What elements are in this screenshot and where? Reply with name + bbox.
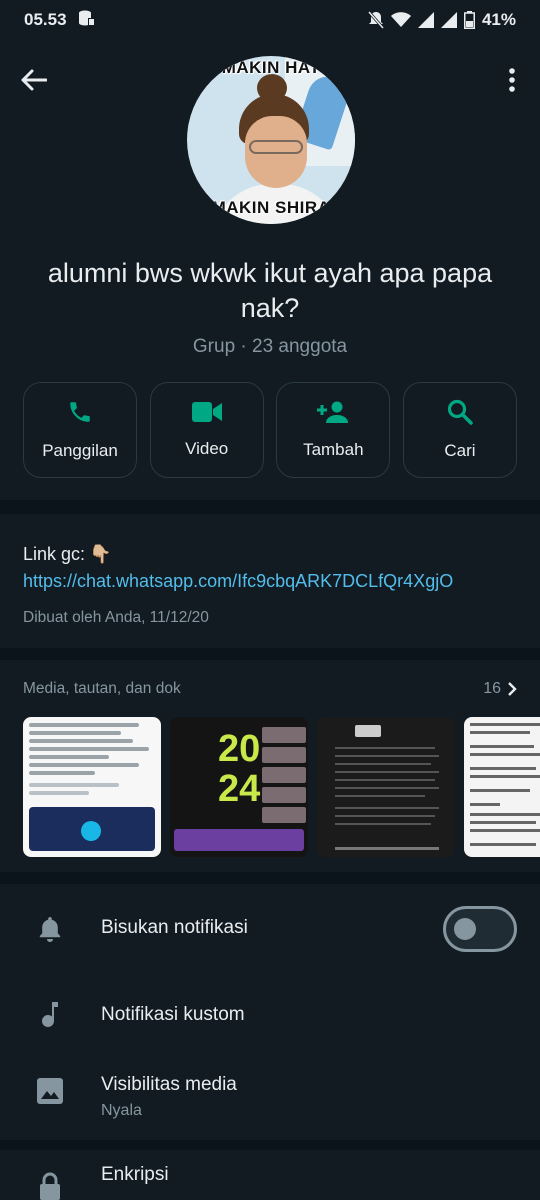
notification-settings: Bisukan notifikasi Notifikasi kustom Vis… bbox=[0, 884, 540, 1140]
more-vert-icon bbox=[509, 68, 515, 92]
video-icon bbox=[191, 402, 222, 422]
encryption-row[interactable]: Enkripsi bbox=[0, 1150, 540, 1200]
add-member-button[interactable]: Tambah bbox=[276, 382, 391, 478]
custom-notifications-label: Notifikasi kustom bbox=[101, 1004, 245, 1025]
back-button[interactable] bbox=[18, 64, 50, 96]
media-thumb[interactable] bbox=[317, 717, 455, 857]
mute-notifications-label: Bisukan notifikasi bbox=[101, 917, 248, 938]
search-button[interactable]: Cari bbox=[402, 382, 517, 478]
music-note-icon bbox=[36, 1000, 64, 1028]
status-bar: 05.53 41% bbox=[0, 0, 540, 40]
storage-icon bbox=[77, 9, 95, 32]
mute-toggle[interactable] bbox=[443, 906, 517, 952]
search-label: Cari bbox=[444, 441, 476, 460]
media-visibility-value: Nyala bbox=[101, 1102, 142, 1119]
lock-icon bbox=[36, 1172, 64, 1200]
group-header: MAKIN HAT MAKIN SHIRA alumni bws wkwk ik… bbox=[0, 40, 540, 500]
status-icons: 41% bbox=[367, 10, 516, 30]
media-count-value: 16 bbox=[483, 680, 501, 697]
media-section: Media, tautan, dan dok 16 20 24 bbox=[0, 660, 540, 872]
encryption-label: Enkripsi bbox=[101, 1164, 169, 1185]
add-member-label: Tambah bbox=[303, 440, 364, 459]
media-visibility-row[interactable]: Visibilitas media Nyala bbox=[0, 1054, 540, 1140]
play-icon bbox=[81, 821, 101, 841]
media-thumb[interactable]: 20 24 bbox=[170, 717, 308, 857]
description-line: Link gc: bbox=[23, 544, 86, 564]
more-options-button[interactable] bbox=[502, 64, 522, 96]
signal-icon bbox=[417, 12, 434, 28]
call-label: Panggilan bbox=[42, 441, 118, 460]
media-thumb[interactable] bbox=[23, 717, 161, 857]
description-text: Link gc: 👇🏼 bbox=[23, 544, 517, 565]
action-buttons: Panggilan Video Tambah Cari bbox=[23, 382, 517, 478]
pointing-down-emoji-icon: 👇🏼 bbox=[89, 544, 112, 564]
thumb-poster-year: 20 24 bbox=[218, 728, 261, 810]
status-time: 05.53 bbox=[24, 10, 67, 29]
invite-link[interactable]: https://chat.whatsapp.com/Ifc9cbqARK7DCL… bbox=[23, 571, 517, 592]
group-avatar[interactable]: MAKIN HAT MAKIN SHIRA bbox=[187, 56, 355, 224]
image-icon bbox=[36, 1077, 64, 1105]
video-button[interactable]: Video bbox=[149, 382, 264, 478]
call-button[interactable]: Panggilan bbox=[23, 382, 137, 478]
group-name[interactable]: alumni bws wkwk ikut ayah apa papa nak? bbox=[20, 256, 520, 326]
bell-icon bbox=[36, 915, 64, 943]
thumb-tag bbox=[355, 725, 381, 737]
add-person-icon bbox=[317, 401, 349, 423]
avatar-caption-top: MAKIN HAT bbox=[221, 58, 321, 77]
search-icon bbox=[447, 399, 473, 425]
media-visibility-label: Visibilitas media bbox=[101, 1074, 237, 1095]
media-thumb[interactable] bbox=[464, 717, 540, 857]
wifi-icon bbox=[390, 12, 411, 28]
media-count[interactable]: 16 bbox=[483, 680, 517, 698]
battery-percent: 41% bbox=[481, 10, 516, 29]
media-header[interactable]: Media, tautan, dan dok 16 bbox=[23, 680, 517, 698]
chevron-right-icon bbox=[508, 682, 517, 696]
created-by-text: Dibuat oleh Anda, 11/12/20 bbox=[23, 609, 209, 626]
video-label: Video bbox=[185, 439, 229, 458]
phone-icon bbox=[70, 402, 90, 422]
encryption-section: Enkripsi bbox=[0, 1150, 540, 1200]
custom-notifications-row[interactable]: Notifikasi kustom bbox=[0, 974, 540, 1054]
signal-icon-2 bbox=[440, 12, 457, 28]
back-arrow-icon bbox=[21, 69, 47, 91]
mute-notifications-row[interactable]: Bisukan notifikasi bbox=[0, 884, 540, 974]
toggle-knob bbox=[454, 918, 476, 940]
group-description[interactable]: Link gc: 👇🏼 https://chat.whatsapp.com/If… bbox=[0, 514, 540, 648]
group-member-count: Grup · 23 anggota bbox=[192, 336, 348, 357]
mute-bell-icon bbox=[367, 11, 384, 29]
avatar-caption-bottom: MAKIN SHIRA bbox=[211, 198, 331, 217]
battery-icon bbox=[463, 11, 475, 29]
media-thumbnails: 20 24 bbox=[23, 717, 540, 857]
media-title: Media, tautan, dan dok bbox=[23, 680, 181, 697]
